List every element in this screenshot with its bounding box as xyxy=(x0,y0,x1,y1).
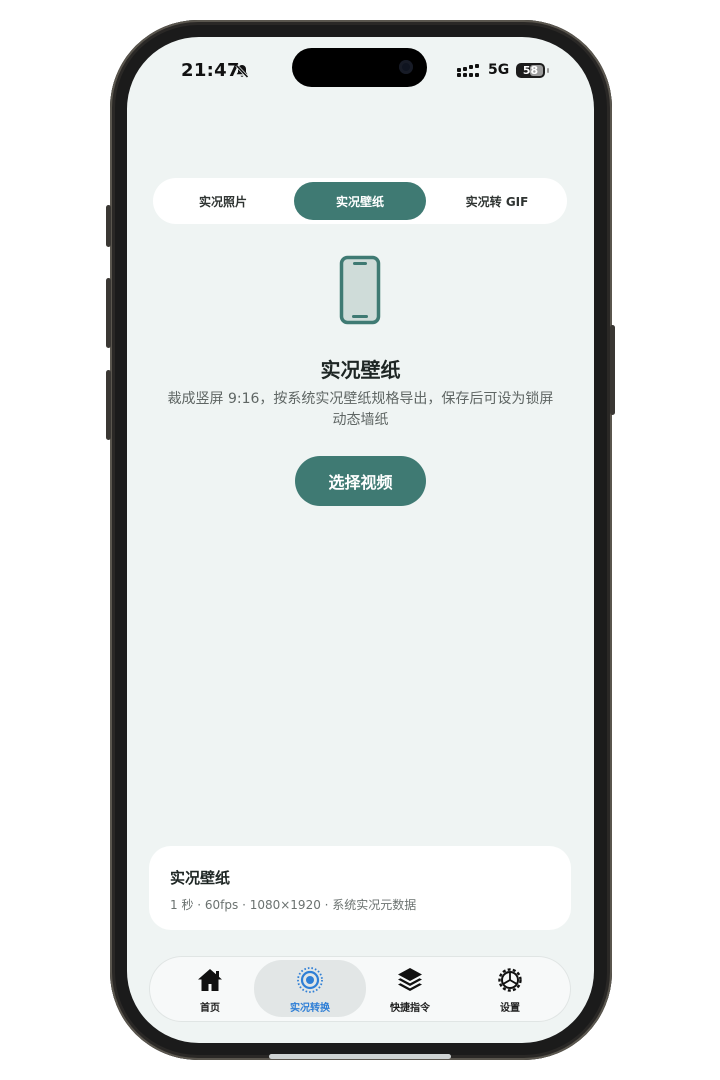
status-time: 21:47 xyxy=(181,60,240,81)
tabbar-item-home[interactable]: 首页 xyxy=(160,962,260,1016)
gear-icon xyxy=(498,968,522,992)
tabbar-label-settings: 设置 xyxy=(500,1003,520,1014)
front-camera xyxy=(399,60,413,74)
signal-icon xyxy=(457,64,479,77)
tabbar-item-settings[interactable]: 设置 xyxy=(460,962,560,1016)
home-indicator xyxy=(269,1054,451,1059)
volume-up-button xyxy=(106,278,111,348)
tab-live-to-gif[interactable]: 实况转 GIF xyxy=(431,182,563,220)
tabbar-label-home: 首页 xyxy=(200,1003,220,1014)
mode-segmented-control: 实况照片 实况壁纸 实况转 GIF xyxy=(153,178,567,224)
dynamic-island xyxy=(292,48,427,87)
tabbar-item-shortcuts[interactable]: 快捷指令 xyxy=(360,962,460,1016)
phone-icon xyxy=(339,255,381,325)
silent-bell-icon xyxy=(235,64,249,79)
volume-down-button xyxy=(106,370,111,440)
app-screen: 21:47 5G 58 实况照片 实况壁纸 实况转 GIF 实况壁纸 裁成竖屏 … xyxy=(127,37,594,1043)
battery-level: 58 xyxy=(522,64,539,77)
info-card-meta: 1 秒 · 60fps · 1080×1920 · 系统实况元数据 xyxy=(170,898,417,912)
format-info-card: 实况壁纸 1 秒 · 60fps · 1080×1920 · 系统实况元数据 xyxy=(149,846,571,930)
bottom-tab-bar: 首页 实况转换 快捷指令 设置 xyxy=(149,956,571,1022)
power-button xyxy=(610,325,615,415)
tabbar-label-shortcuts: 快捷指令 xyxy=(390,1003,430,1014)
live-icon xyxy=(297,967,323,993)
tab-live-wallpaper[interactable]: 实况壁纸 xyxy=(294,182,426,220)
home-icon xyxy=(198,969,222,991)
page-title: 实况壁纸 xyxy=(320,358,401,382)
info-card-title: 实况壁纸 xyxy=(170,869,231,887)
action-button xyxy=(106,205,111,247)
choose-video-button[interactable]: 选择视频 xyxy=(295,456,426,506)
battery-icon: 58 xyxy=(516,63,545,78)
tabbar-item-live-convert[interactable]: 实况转换 xyxy=(260,962,360,1016)
page-description: 裁成竖屏 9:16，按系统实况壁纸规格导出，保存后可设为锁屏动态墙纸 xyxy=(167,391,554,428)
tab-live-photo[interactable]: 实况照片 xyxy=(157,182,289,220)
network-type: 5G xyxy=(488,62,510,78)
tabbar-label-live-convert: 实况转换 xyxy=(290,1003,330,1014)
layers-icon xyxy=(398,968,422,991)
